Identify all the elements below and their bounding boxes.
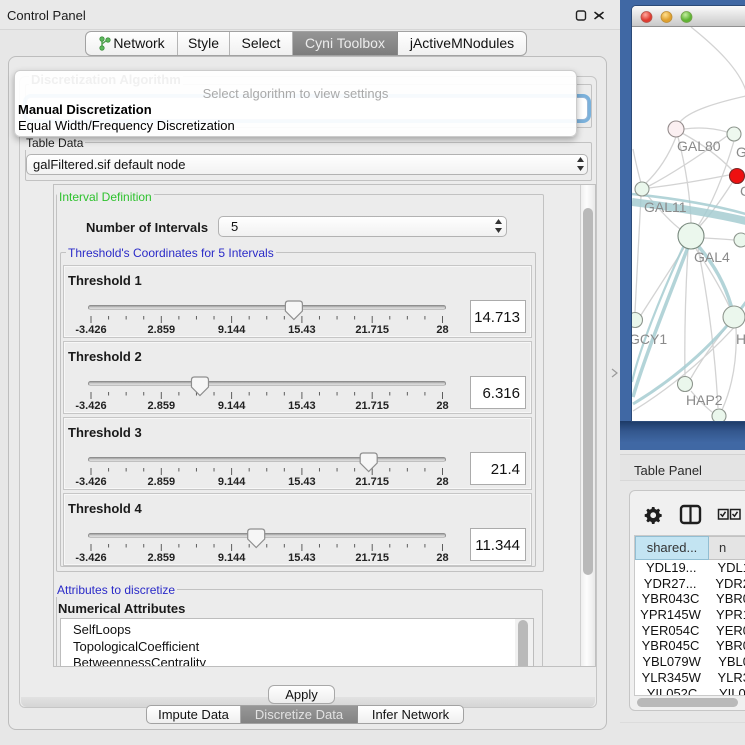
svg-text:HAP2: HAP2	[686, 392, 723, 408]
svg-text:GAL4: GAL4	[694, 249, 730, 265]
svg-text:GCY1: GCY1	[632, 331, 667, 347]
svg-text:GAL80: GAL80	[677, 138, 721, 154]
svg-text:GAL11: GAL11	[644, 199, 687, 215]
svg-text:GAL3: GAL3	[736, 144, 745, 160]
svg-text:CDC: CDC	[740, 183, 745, 199]
svg-text:HIS: HIS	[736, 331, 745, 347]
